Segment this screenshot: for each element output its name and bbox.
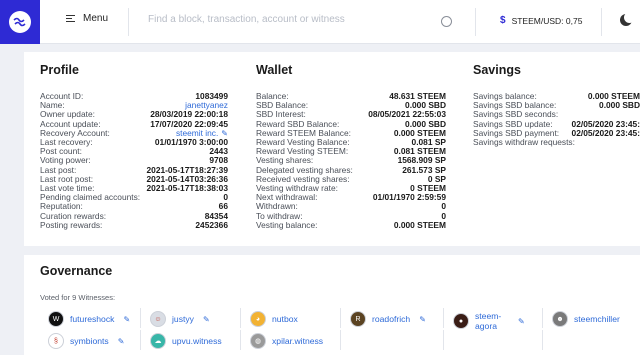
witness-name[interactable]: roadofrich	[372, 314, 410, 324]
witness-divider	[542, 330, 543, 350]
wallet-row: Vesting balance: 0.000 STEEM	[256, 219, 446, 230]
witness-name[interactable]: upvu.witness	[172, 336, 222, 346]
witness-divider	[340, 330, 341, 350]
dollar-icon: $	[500, 15, 506, 26]
witness-divider	[240, 308, 241, 328]
profile-title: Profile	[40, 63, 79, 77]
savings-title: Savings	[473, 63, 521, 77]
wallet-list: Balance: 48.631 STEEM SBD Balance: 0.000 SB…	[256, 91, 446, 230]
witness-item[interactable]: Rroadofrich ✎	[350, 311, 426, 327]
witness-divider	[240, 330, 241, 350]
profile-row: Posting rewards: 2452366	[40, 219, 228, 230]
savings-row: Savings withdraw requests:	[473, 137, 640, 148]
savings-row-value: 02/05/2020 23:45:	[571, 127, 640, 138]
savings-row-label: Savings withdraw requests:	[473, 137, 575, 148]
edit-icon[interactable]: ✎	[419, 315, 426, 324]
witness-name[interactable]: steem-agora	[475, 311, 509, 331]
witness-avatar: ◍	[250, 333, 266, 349]
witness-item[interactable]: ☻ steemchiller	[552, 311, 620, 327]
search-icon[interactable]	[441, 16, 452, 27]
witness-avatar: §	[48, 333, 64, 349]
witness-item[interactable]: Wfutureshock ✎	[48, 311, 130, 327]
witness-name[interactable]: symbionts	[70, 336, 109, 346]
witness-name[interactable]: justyy	[172, 314, 194, 324]
steem-logo[interactable]	[0, 0, 40, 44]
witness-divider	[140, 330, 141, 350]
edit-icon[interactable]: ✎	[203, 315, 210, 324]
dark-mode-moon-icon[interactable]	[620, 12, 635, 26]
top-bar: Menu Find a block, transaction, account …	[0, 0, 640, 44]
edit-icon[interactable]: ✎	[518, 317, 525, 326]
price-ticker: $ STEEM/USD: 0,75	[500, 15, 582, 26]
wallet-row-value: 01/01/1970 2:59:59	[372, 192, 446, 203]
savings-list: Savings balance: 0.000 STEEM Savings SBD b…	[473, 92, 640, 147]
menu-button[interactable]: Menu	[66, 13, 108, 24]
witness-avatar: R	[350, 311, 366, 327]
price-label: STEEM/USD: 0,75	[511, 15, 583, 26]
profile-row-label: Posting rewards:	[40, 219, 103, 230]
witness-divider	[340, 308, 341, 328]
menu-label: Menu	[83, 13, 109, 24]
voted-label: Voted for 9 Witnesses:	[40, 293, 116, 302]
witness-divider	[140, 308, 141, 328]
witness-divider	[443, 330, 444, 350]
witness-item[interactable]: ◕ nutbox	[250, 311, 298, 327]
governance-title: Governance	[40, 264, 113, 278]
divider	[128, 8, 129, 36]
witness-avatar: ☺	[150, 311, 166, 327]
divider	[601, 8, 602, 36]
witness-item[interactable]: ☺ justyy ✎	[150, 311, 210, 327]
witness-avatar: ☻	[552, 311, 568, 327]
witness-item[interactable]: ☁ upvu.witness	[150, 333, 222, 349]
witness-divider	[443, 308, 444, 328]
witness-item[interactable]: ● steem-agora ✎	[453, 311, 525, 331]
witness-name[interactable]: xpilar.witness	[272, 336, 323, 346]
divider	[475, 8, 476, 36]
witness-avatar: ●	[453, 313, 469, 329]
search-input[interactable]: Find a block, transaction, account or wi…	[148, 14, 428, 25]
profile-row-value: 2452366	[195, 219, 228, 230]
wallet-row-label: Vesting balance:	[256, 219, 318, 230]
wallet-row-value: 0.000 STEEM	[393, 219, 446, 230]
witness-avatar: W	[48, 311, 64, 327]
edit-icon[interactable]: ✎	[118, 337, 125, 346]
profile-row-value: 2021-05-17T18:38:03	[146, 183, 228, 194]
profile-list: Account ID: 1083499 Name: janettyanez Owner …	[40, 91, 228, 230]
witness-avatar: ☁	[150, 333, 166, 349]
witness-name[interactable]: steemchiller	[574, 314, 620, 324]
wallet-title: Wallet	[256, 63, 293, 77]
edit-icon[interactable]: ✎	[123, 315, 130, 324]
witness-item[interactable]: ◍ xpilar.witness	[250, 333, 323, 349]
steem-logo-icon	[9, 11, 31, 33]
savings-row-value: 0.000 SBD	[599, 100, 640, 111]
witness-divider	[542, 308, 543, 328]
menu-icon	[66, 14, 75, 23]
witness-name[interactable]: futureshock	[70, 314, 114, 324]
witness-item[interactable]: § symbionts ✎	[48, 333, 124, 349]
witness-name[interactable]: nutbox	[272, 314, 298, 324]
witness-avatar: ◕	[250, 311, 266, 327]
